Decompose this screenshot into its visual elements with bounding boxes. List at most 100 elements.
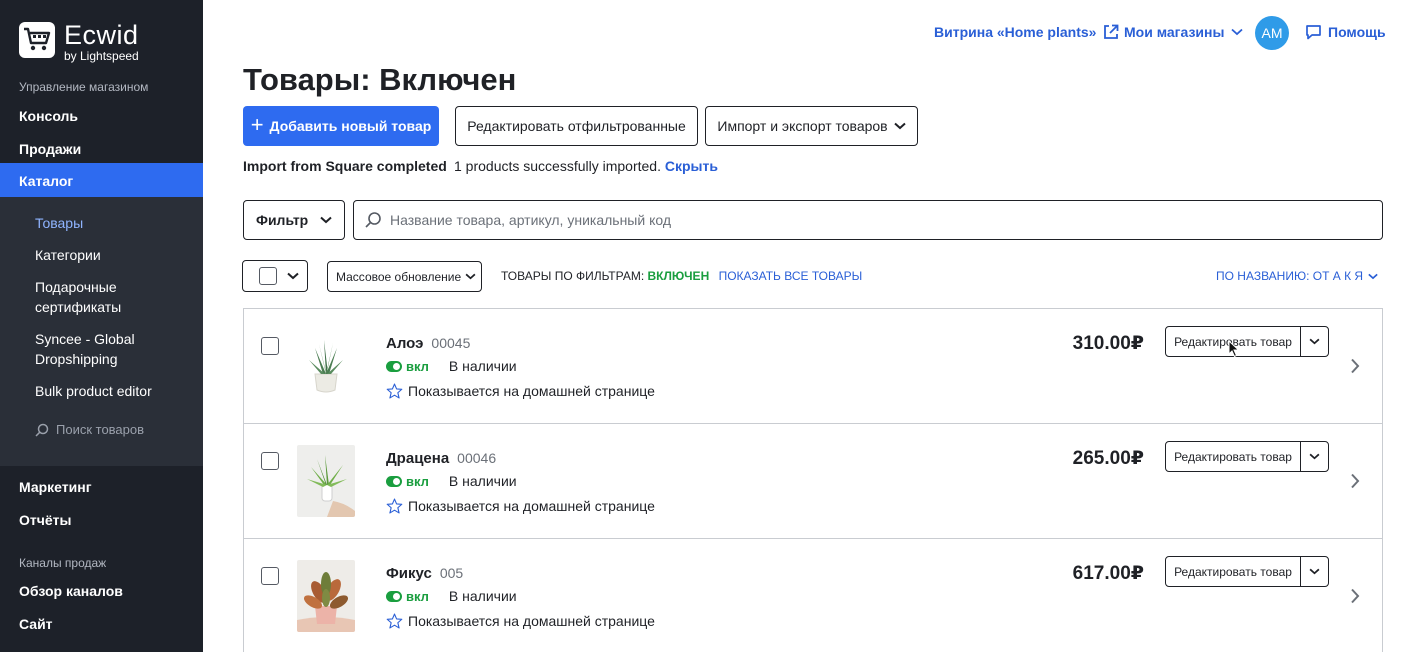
brand-name: Ecwid — [64, 20, 139, 50]
ecwid-logo[interactable]: Ecwid by Lightspeed — [19, 22, 139, 62]
product-search[interactable] — [353, 200, 1383, 240]
table-row[interactable]: Фикус 005 вкл В наличии Показывается на д… — [244, 539, 1382, 652]
featured-label: Показывается на домашней странице — [408, 498, 655, 514]
hide-notice-link[interactable]: Скрыть — [665, 158, 718, 174]
filter-button[interactable]: Фильтр — [243, 200, 345, 240]
featured-status[interactable]: Показывается на домашней странице — [386, 613, 655, 629]
mass-update-label: Массовое обновление — [336, 269, 462, 284]
row-checkbox[interactable] — [261, 337, 279, 355]
featured-status[interactable]: Показывается на домашней странице — [386, 383, 655, 399]
filter-status-value: ВКЛЮЧЕН — [647, 269, 710, 283]
product-price: 617.00₽ — [1072, 563, 1144, 584]
edit-product-button[interactable]: Редактировать товар — [1166, 442, 1301, 471]
enabled-toggle-icon[interactable] — [386, 360, 402, 372]
chevron-down-icon — [287, 272, 299, 280]
sidebar-item-channels-overview[interactable]: Обзор каналов — [19, 583, 123, 599]
avatar[interactable]: AM — [1255, 16, 1289, 50]
import-export-label: Импорт и экспорт товаров — [717, 118, 888, 134]
chevron-down-icon — [1309, 453, 1320, 460]
edit-product-button[interactable]: Редактировать товар — [1166, 557, 1301, 586]
product-name-text: Драцена — [386, 450, 450, 467]
sort-label: ПО НАЗВАНИЮ: ОТ А К Я — [1216, 269, 1364, 283]
chevron-right-icon[interactable] — [1350, 588, 1360, 604]
product-status: вкл В наличии — [386, 588, 517, 604]
product-name[interactable]: Алоэ 00045 — [386, 335, 470, 352]
product-status: вкл В наличии — [386, 473, 517, 489]
table-row[interactable]: Алоэ 00045 вкл В наличии Показывается на … — [244, 309, 1382, 424]
chevron-right-icon[interactable] — [1350, 358, 1360, 374]
stock-status: В наличии — [448, 473, 517, 489]
help-link[interactable]: Помощь — [1305, 24, 1386, 40]
sidebar-product-search[interactable]: Поиск товаров — [35, 422, 144, 437]
edit-product-group: Редактировать товар — [1165, 556, 1329, 587]
help-label: Помощь — [1328, 24, 1386, 40]
enabled-toggle-icon[interactable] — [386, 475, 402, 487]
subitem-gift-cards[interactable]: Подарочные сертификаты — [35, 277, 145, 317]
product-sku: 00045 — [431, 335, 471, 351]
subitem-products[interactable]: Товары — [35, 213, 83, 233]
enabled-label: вкл — [406, 588, 429, 604]
search-icon — [365, 212, 381, 228]
chevron-down-icon — [1231, 28, 1244, 36]
edit-product-dropdown[interactable] — [1301, 327, 1328, 356]
edit-filtered-button[interactable]: Редактировать отфильтрованные — [455, 106, 698, 146]
cart-logo-icon — [19, 22, 55, 58]
product-name-text: Алоэ — [386, 335, 424, 352]
edit-product-dropdown[interactable] — [1301, 442, 1328, 471]
select-all-dropdown[interactable] — [242, 260, 308, 292]
sidebar-item-site[interactable]: Сайт — [19, 616, 53, 632]
chevron-right-icon[interactable] — [1350, 473, 1360, 489]
sidebar: Ecwid by Lightspeed Управление магазином… — [0, 0, 203, 652]
stock-status: В наличии — [448, 588, 517, 604]
subitem-syncee[interactable]: Syncee - Global Dropshipping — [35, 329, 155, 369]
search-icon — [35, 423, 49, 437]
stock-status: В наличии — [448, 358, 517, 374]
sidebar-search-placeholder: Поиск товаров — [56, 422, 145, 437]
search-input[interactable] — [390, 212, 1290, 228]
storefront-link[interactable]: Витрина «Home plants» — [934, 24, 1119, 40]
add-product-button[interactable]: + Добавить новый товар — [243, 106, 439, 146]
table-row[interactable]: Драцена 00046 вкл В наличии Показывается … — [244, 424, 1382, 539]
product-name[interactable]: Фикус 005 — [386, 565, 463, 582]
edit-filtered-label: Редактировать отфильтрованные — [467, 118, 686, 134]
enabled-label: вкл — [406, 473, 429, 489]
filter-status-prefix: ТОВАРЫ ПО ФИЛЬТРАМ: — [501, 269, 645, 283]
product-price: 310.00₽ — [1072, 333, 1144, 354]
my-stores-dropdown[interactable]: Мои магазины — [1124, 24, 1244, 40]
sidebar-item-reports[interactable]: Отчёты — [19, 512, 71, 528]
sort-dropdown[interactable]: ПО НАЗВАНИЮ: ОТ А К Я — [1216, 269, 1378, 283]
product-sku: 00046 — [457, 450, 497, 466]
product-name[interactable]: Драцена 00046 — [386, 450, 496, 467]
featured-label: Показывается на домашней странице — [408, 383, 655, 399]
enabled-toggle-icon[interactable] — [386, 590, 402, 602]
product-sku: 005 — [439, 565, 464, 581]
filter-label: Фильтр — [256, 212, 309, 228]
product-status: вкл В наличии — [386, 358, 517, 374]
import-notice: 1 products successfully imported. Скрыть — [454, 158, 718, 174]
row-checkbox[interactable] — [261, 452, 279, 470]
sidebar-item-catalog[interactable]: Каталог — [0, 163, 203, 197]
mass-update-button[interactable]: Массовое обновление — [327, 261, 482, 292]
subitem-categories[interactable]: Категории — [35, 245, 101, 265]
star-icon — [386, 498, 403, 514]
show-all-products-link[interactable]: ПОКАЗАТЬ ВСЕ ТОВАРЫ — [719, 269, 863, 283]
filter-status: ТОВАРЫ ПО ФИЛЬТРАМ: ВКЛЮЧЕН ПОКАЗАТЬ ВСЕ… — [501, 269, 862, 283]
edit-product-dropdown[interactable] — [1301, 557, 1328, 586]
product-list: Алоэ 00045 вкл В наличии Показывается на … — [243, 308, 1383, 652]
chevron-down-icon — [1368, 273, 1378, 279]
import-notice-title: Import from Square completed — [243, 158, 447, 174]
chevron-down-icon — [1309, 568, 1320, 575]
sidebar-item-sales[interactable]: Продажи — [19, 141, 81, 157]
chevron-down-icon — [465, 273, 476, 280]
enabled-label: вкл — [406, 358, 429, 374]
sidebar-item-console[interactable]: Консоль — [19, 108, 78, 124]
featured-status[interactable]: Показывается на домашней странице — [386, 498, 655, 514]
product-image-dracaena — [297, 445, 355, 517]
chevron-down-icon — [893, 122, 906, 130]
import-export-button[interactable]: Импорт и экспорт товаров — [705, 106, 918, 146]
product-image-aloe — [297, 330, 355, 402]
row-checkbox[interactable] — [261, 567, 279, 585]
select-all-checkbox[interactable] — [259, 267, 277, 285]
subitem-bulk-editor[interactable]: Bulk product editor — [35, 381, 152, 401]
sidebar-item-marketing[interactable]: Маркетинг — [19, 479, 92, 495]
